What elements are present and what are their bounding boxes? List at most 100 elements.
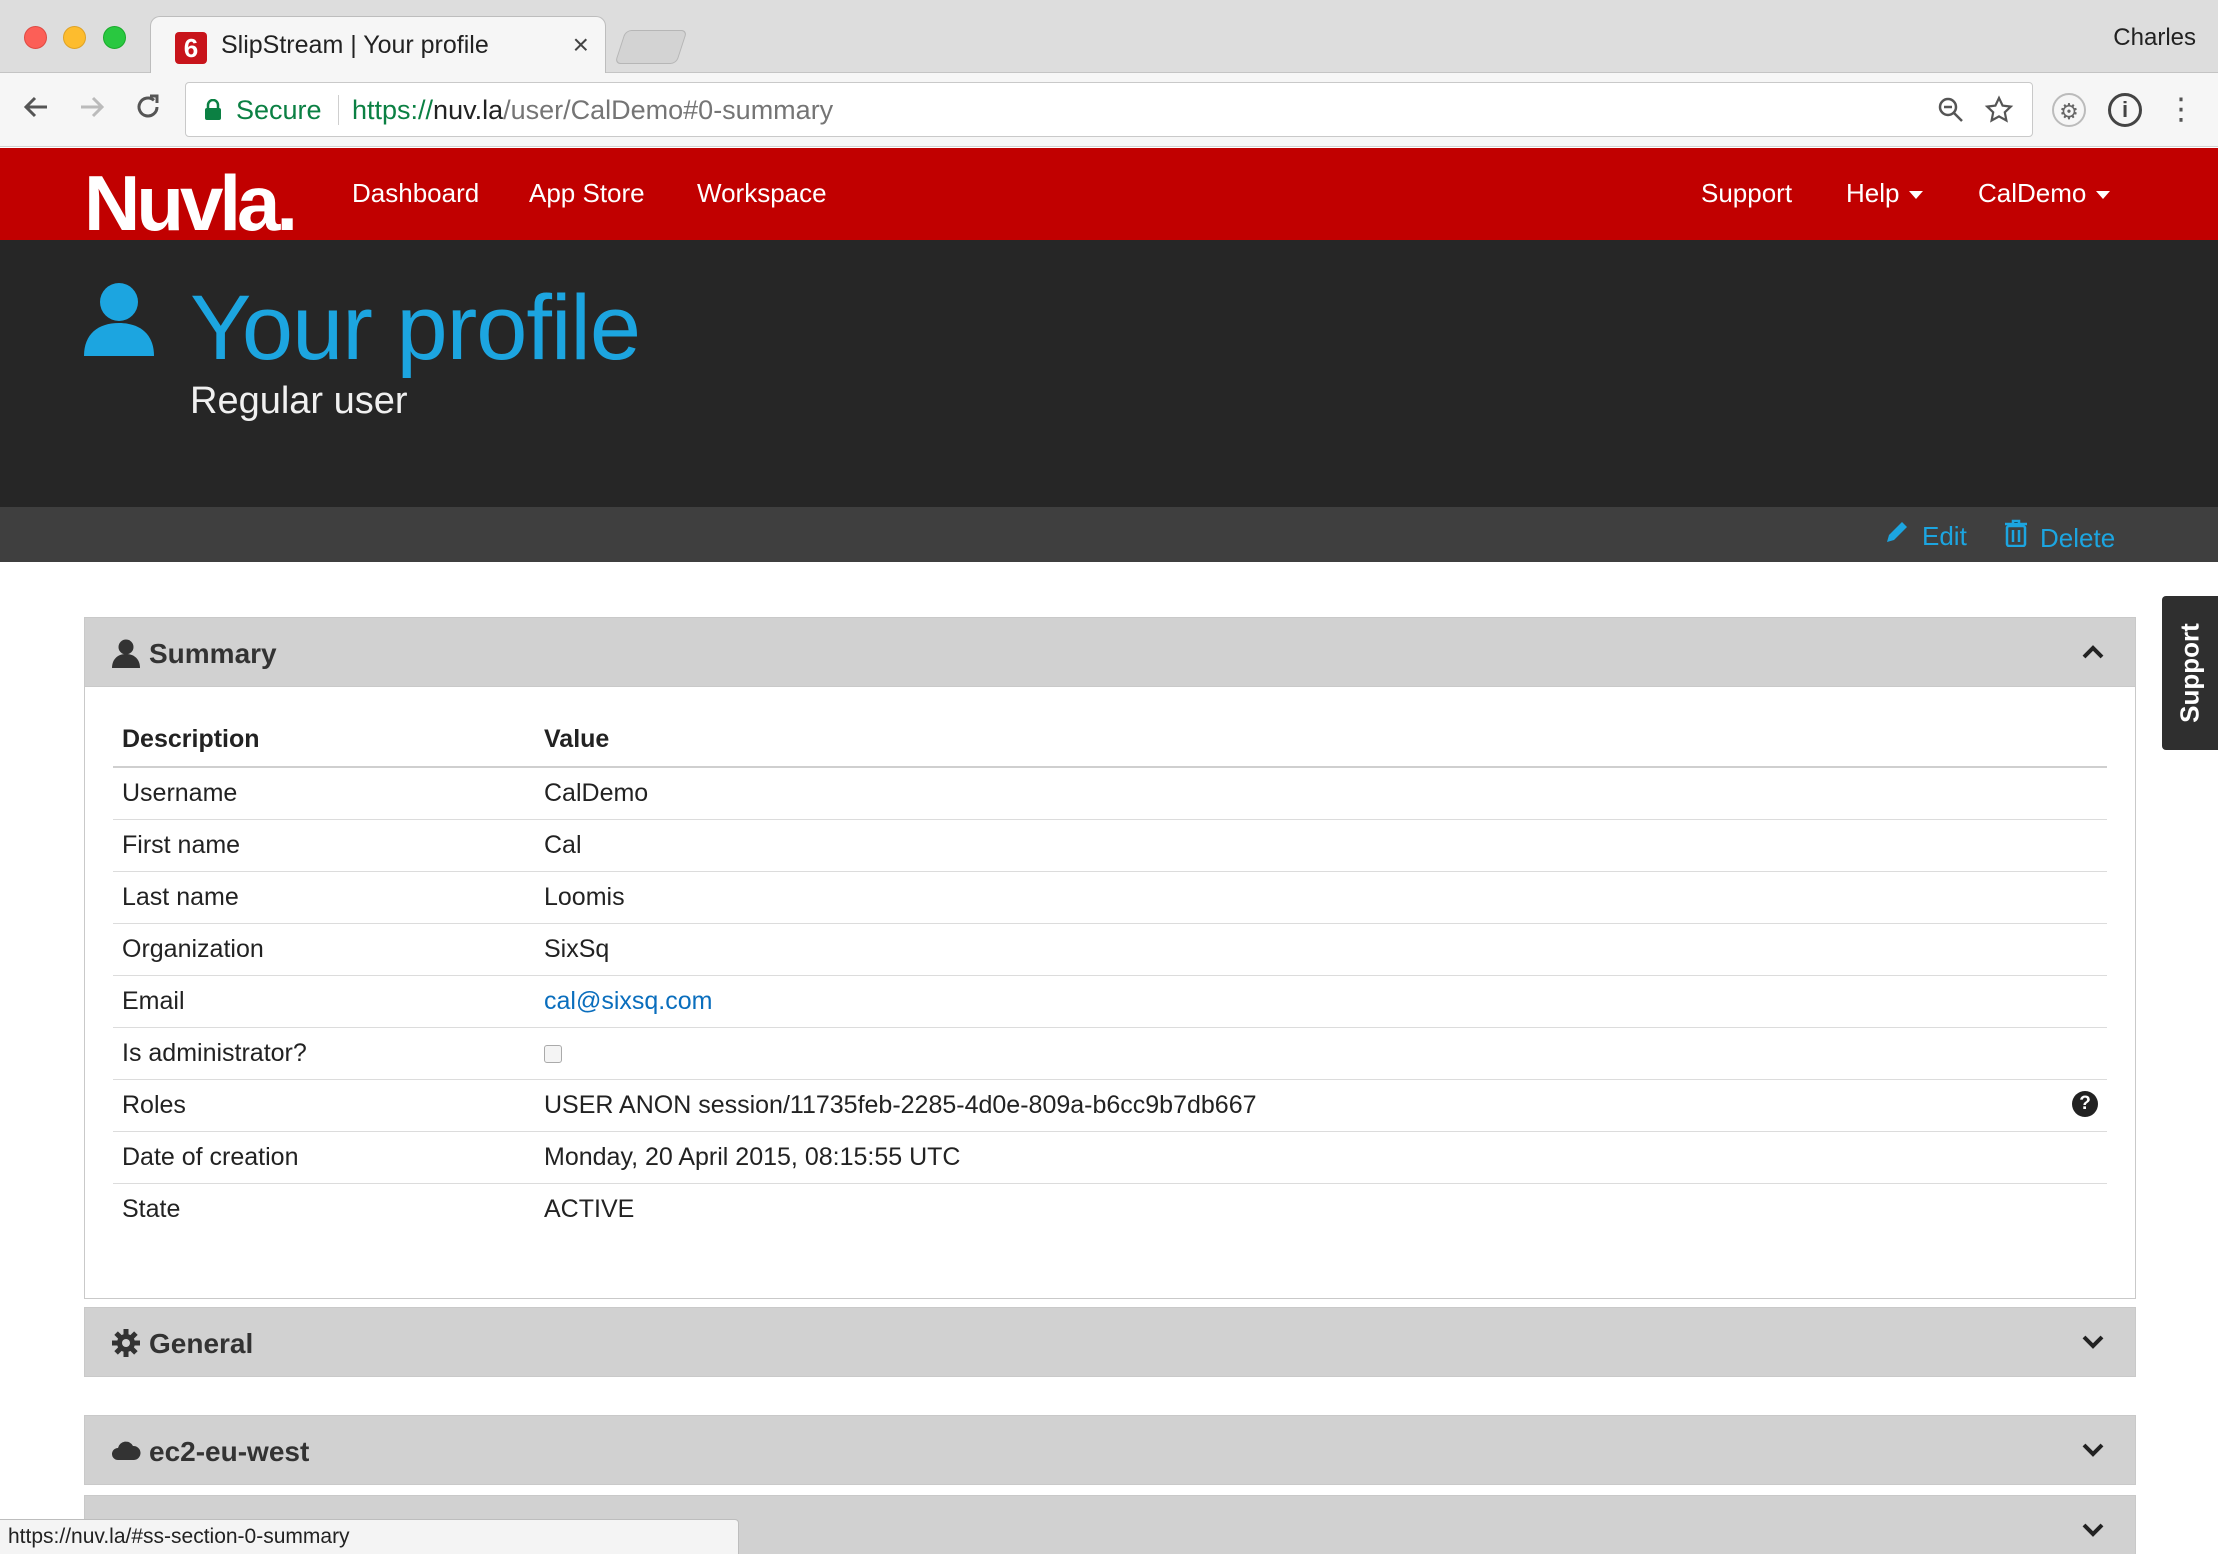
reload-icon[interactable] bbox=[128, 91, 168, 131]
nav-app-store[interactable]: App Store bbox=[529, 178, 645, 209]
caret-down-icon bbox=[2096, 191, 2111, 200]
delete-button[interactable]: Delete bbox=[2004, 519, 2115, 554]
row-label-roles: Roles bbox=[113, 1079, 535, 1132]
summary-section: Summary Description Value Username CalDe… bbox=[84, 617, 2136, 1299]
slipstream-favicon-icon: 6 bbox=[175, 32, 207, 64]
ec2-eu-west-section: ec2-eu-west bbox=[84, 1415, 2136, 1485]
ec2-eu-west-section-title: ec2-eu-west bbox=[149, 1436, 310, 1467]
browser-menu-icon[interactable]: ⋮ bbox=[2164, 93, 2198, 127]
summary-section-body: Description Value Username CalDemo First… bbox=[85, 686, 2135, 1298]
cloud-icon bbox=[112, 1441, 141, 1460]
extension-gear-icon[interactable]: ⚙ bbox=[2052, 93, 2086, 127]
row-label-email: Email bbox=[113, 975, 535, 1028]
nuvla-logo[interactable]: Nuvla. bbox=[84, 158, 298, 249]
table-row: Username CalDemo bbox=[113, 767, 2107, 820]
row-label-last-name: Last name bbox=[113, 871, 535, 924]
row-value-organization: SixSq bbox=[535, 923, 2107, 976]
row-label-first-name: First name bbox=[113, 819, 535, 872]
page-hero: Your profile Regular user bbox=[0, 240, 2218, 507]
nav-user-label: CalDemo bbox=[1978, 178, 2087, 208]
browser-tab-bar: 6 SlipStream | Your profile × Charles bbox=[0, 0, 2218, 74]
row-value-username: CalDemo bbox=[535, 767, 2107, 820]
row-label-organization: Organization bbox=[113, 923, 535, 976]
url-scheme: https:// bbox=[352, 95, 434, 125]
table-row: Last name Loomis bbox=[113, 871, 2107, 924]
user-icon bbox=[84, 283, 154, 356]
row-label-is-administrator: Is administrator? bbox=[113, 1027, 535, 1080]
row-value-first-name: Cal bbox=[535, 819, 2107, 872]
action-bar: Edit Delete bbox=[0, 507, 2218, 562]
summary-table: Description Value Username CalDemo First… bbox=[113, 713, 2107, 1236]
edit-button[interactable]: Edit bbox=[1884, 519, 1967, 552]
table-row: State ACTIVE bbox=[113, 1184, 2107, 1236]
new-tab-button[interactable] bbox=[614, 30, 688, 64]
table-row: Roles USER ANON session/11735feb-2285-4d… bbox=[113, 1079, 2107, 1132]
table-row: Is administrator? bbox=[113, 1027, 2107, 1080]
nav-support[interactable]: Support bbox=[1701, 178, 1792, 209]
column-header-value: Value bbox=[535, 713, 2107, 768]
general-section-header[interactable]: General bbox=[85, 1308, 2135, 1376]
browser-status-bar: https://nuv.la/#ss-section-0-summary bbox=[0, 1519, 739, 1554]
delete-label: Delete bbox=[2040, 523, 2116, 553]
url-host: nuv.la bbox=[433, 95, 504, 125]
row-label-date-of-creation: Date of creation bbox=[113, 1131, 535, 1184]
table-row: Email cal@sixsq.com bbox=[113, 975, 2107, 1028]
secure-label: Secure bbox=[236, 95, 322, 125]
row-label-username: Username bbox=[113, 767, 535, 820]
ec2-eu-west-section-header[interactable]: ec2-eu-west bbox=[85, 1416, 2135, 1484]
row-value-roles: USER ANON session/11735feb-2285-4d0e-809… bbox=[535, 1079, 2107, 1132]
row-value-state: ACTIVE bbox=[544, 1195, 635, 1224]
tab-title: SlipStream | Your profile bbox=[221, 31, 489, 59]
general-section-title: General bbox=[149, 1328, 254, 1359]
support-side-tab[interactable]: Support bbox=[2162, 596, 2218, 750]
row-label-state: State bbox=[122, 1195, 181, 1224]
caret-down-icon bbox=[1909, 191, 1924, 200]
table-header-row: Description Value bbox=[113, 713, 2107, 768]
site-navbar: Nuvla. Dashboard App Store Workspace Sup… bbox=[0, 148, 2218, 247]
window-minimize-button[interactable] bbox=[63, 26, 86, 49]
administrator-checkbox bbox=[544, 1045, 562, 1064]
row-value-date-of-creation: Monday, 20 April 2015, 08:15:55 UTC bbox=[535, 1131, 2107, 1184]
summary-section-header[interactable]: Summary bbox=[85, 618, 2135, 686]
nav-help-label: Help bbox=[1846, 178, 1900, 208]
table-row: Date of creation Monday, 20 April 2015, … bbox=[113, 1131, 2107, 1184]
nav-workspace[interactable]: Workspace bbox=[697, 178, 827, 209]
tab-close-icon[interactable]: × bbox=[573, 29, 589, 61]
row-value-last-name: Loomis bbox=[535, 871, 2107, 924]
chevron-down-icon[interactable] bbox=[2081, 1518, 2105, 1542]
back-arrow-icon[interactable] bbox=[16, 91, 56, 131]
pencil-icon bbox=[1887, 522, 1907, 542]
nav-help-dropdown[interactable]: Help bbox=[1846, 178, 1924, 209]
forward-arrow-icon[interactable] bbox=[72, 91, 112, 131]
page-title: Your profile bbox=[190, 277, 641, 379]
row-value-is-administrator bbox=[535, 1027, 2107, 1080]
row-value-email: cal@sixsq.com bbox=[535, 975, 2107, 1028]
nav-user-dropdown[interactable]: CalDemo bbox=[1978, 178, 2111, 209]
support-side-tab-label: Support bbox=[2174, 623, 2205, 723]
extension-info-icon[interactable]: i bbox=[2108, 93, 2142, 127]
nav-dashboard[interactable]: Dashboard bbox=[352, 178, 479, 209]
table-row: First name Cal bbox=[113, 819, 2107, 872]
window-zoom-button[interactable] bbox=[103, 26, 126, 49]
browser-profile-name[interactable]: Charles bbox=[2113, 24, 2196, 52]
column-header-description: Description bbox=[113, 713, 535, 768]
gear-icon bbox=[112, 1329, 140, 1357]
window-close-button[interactable] bbox=[24, 26, 47, 49]
question-circle-icon[interactable]: ? bbox=[2072, 1091, 2098, 1117]
user-icon bbox=[112, 639, 140, 668]
zoom-icon[interactable] bbox=[1936, 95, 1966, 132]
bookmark-star-icon[interactable] bbox=[1984, 95, 2014, 132]
browser-toolbar: Secure https://nuv.la/user/CalDemo#0-sum… bbox=[0, 73, 2218, 147]
chevron-down-icon[interactable] bbox=[2081, 1330, 2105, 1354]
general-section: General bbox=[84, 1307, 2136, 1377]
chevron-down-icon[interactable] bbox=[2081, 1438, 2105, 1462]
trash-icon bbox=[2005, 519, 2027, 548]
url-text[interactable]: https://nuv.la/user/CalDemo#0-summary bbox=[352, 95, 833, 126]
address-bar[interactable]: Secure https://nuv.la/user/CalDemo#0-sum… bbox=[185, 82, 2033, 137]
roles-text: USER ANON session/11735feb-2285-4d0e-809… bbox=[544, 1091, 1257, 1119]
lock-icon bbox=[205, 99, 221, 120]
browser-tab-active[interactable]: 6 SlipStream | Your profile × bbox=[150, 16, 606, 74]
email-link[interactable]: cal@sixsq.com bbox=[544, 987, 712, 1015]
chevron-up-icon[interactable] bbox=[2081, 640, 2105, 664]
summary-section-title: Summary bbox=[149, 638, 277, 669]
